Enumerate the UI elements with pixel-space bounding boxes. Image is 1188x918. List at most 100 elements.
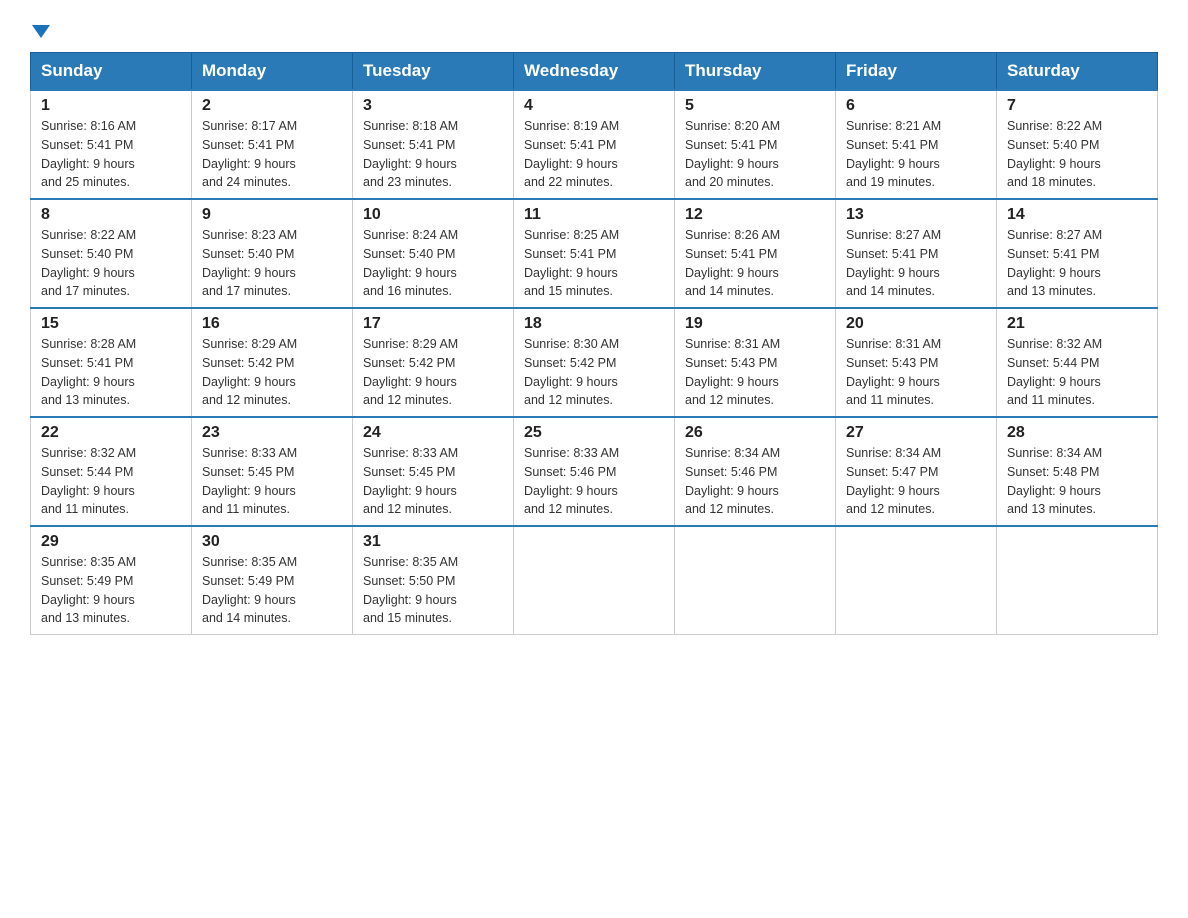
calendar-cell: 21 Sunrise: 8:32 AM Sunset: 5:44 PM Dayl… [997, 308, 1158, 417]
week-row-4: 22 Sunrise: 8:32 AM Sunset: 5:44 PM Dayl… [31, 417, 1158, 526]
calendar-cell: 27 Sunrise: 8:34 AM Sunset: 5:47 PM Dayl… [836, 417, 997, 526]
calendar-cell: 6 Sunrise: 8:21 AM Sunset: 5:41 PM Dayli… [836, 90, 997, 199]
calendar-cell: 23 Sunrise: 8:33 AM Sunset: 5:45 PM Dayl… [192, 417, 353, 526]
calendar-cell: 30 Sunrise: 8:35 AM Sunset: 5:49 PM Dayl… [192, 526, 353, 635]
day-number: 19 [685, 315, 825, 333]
day-info: Sunrise: 8:33 AM Sunset: 5:45 PM Dayligh… [363, 444, 503, 519]
calendar-cell: 16 Sunrise: 8:29 AM Sunset: 5:42 PM Dayl… [192, 308, 353, 417]
day-number: 9 [202, 206, 342, 224]
day-info: Sunrise: 8:28 AM Sunset: 5:41 PM Dayligh… [41, 335, 181, 410]
day-info: Sunrise: 8:34 AM Sunset: 5:46 PM Dayligh… [685, 444, 825, 519]
day-number: 30 [202, 533, 342, 551]
day-info: Sunrise: 8:35 AM Sunset: 5:49 PM Dayligh… [41, 553, 181, 628]
calendar-cell: 29 Sunrise: 8:35 AM Sunset: 5:49 PM Dayl… [31, 526, 192, 635]
day-number: 3 [363, 97, 503, 115]
day-number: 1 [41, 97, 181, 115]
weekday-header-thursday: Thursday [675, 53, 836, 91]
calendar-cell [514, 526, 675, 635]
calendar-cell: 19 Sunrise: 8:31 AM Sunset: 5:43 PM Dayl… [675, 308, 836, 417]
calendar-header-row: SundayMondayTuesdayWednesdayThursdayFrid… [31, 53, 1158, 91]
day-number: 22 [41, 424, 181, 442]
day-info: Sunrise: 8:31 AM Sunset: 5:43 PM Dayligh… [846, 335, 986, 410]
calendar-cell: 28 Sunrise: 8:34 AM Sunset: 5:48 PM Dayl… [997, 417, 1158, 526]
calendar-cell: 5 Sunrise: 8:20 AM Sunset: 5:41 PM Dayli… [675, 90, 836, 199]
day-info: Sunrise: 8:32 AM Sunset: 5:44 PM Dayligh… [41, 444, 181, 519]
day-info: Sunrise: 8:35 AM Sunset: 5:49 PM Dayligh… [202, 553, 342, 628]
day-number: 14 [1007, 206, 1147, 224]
day-info: Sunrise: 8:21 AM Sunset: 5:41 PM Dayligh… [846, 117, 986, 192]
day-info: Sunrise: 8:29 AM Sunset: 5:42 PM Dayligh… [202, 335, 342, 410]
day-number: 28 [1007, 424, 1147, 442]
day-info: Sunrise: 8:33 AM Sunset: 5:46 PM Dayligh… [524, 444, 664, 519]
calendar-cell: 11 Sunrise: 8:25 AM Sunset: 5:41 PM Dayl… [514, 199, 675, 308]
weekday-header-saturday: Saturday [997, 53, 1158, 91]
calendar-cell: 22 Sunrise: 8:32 AM Sunset: 5:44 PM Dayl… [31, 417, 192, 526]
page-header [30, 20, 1158, 42]
calendar-cell: 1 Sunrise: 8:16 AM Sunset: 5:41 PM Dayli… [31, 90, 192, 199]
day-info: Sunrise: 8:34 AM Sunset: 5:48 PM Dayligh… [1007, 444, 1147, 519]
calendar-table: SundayMondayTuesdayWednesdayThursdayFrid… [30, 52, 1158, 635]
day-number: 8 [41, 206, 181, 224]
calendar-cell [997, 526, 1158, 635]
calendar-cell: 18 Sunrise: 8:30 AM Sunset: 5:42 PM Dayl… [514, 308, 675, 417]
calendar-cell: 31 Sunrise: 8:35 AM Sunset: 5:50 PM Dayl… [353, 526, 514, 635]
calendar-cell: 12 Sunrise: 8:26 AM Sunset: 5:41 PM Dayl… [675, 199, 836, 308]
day-number: 17 [363, 315, 503, 333]
day-info: Sunrise: 8:35 AM Sunset: 5:50 PM Dayligh… [363, 553, 503, 628]
day-info: Sunrise: 8:22 AM Sunset: 5:40 PM Dayligh… [1007, 117, 1147, 192]
day-number: 18 [524, 315, 664, 333]
day-number: 16 [202, 315, 342, 333]
day-info: Sunrise: 8:32 AM Sunset: 5:44 PM Dayligh… [1007, 335, 1147, 410]
calendar-cell: 4 Sunrise: 8:19 AM Sunset: 5:41 PM Dayli… [514, 90, 675, 199]
day-number: 10 [363, 206, 503, 224]
calendar-cell [675, 526, 836, 635]
calendar-cell: 7 Sunrise: 8:22 AM Sunset: 5:40 PM Dayli… [997, 90, 1158, 199]
day-number: 7 [1007, 97, 1147, 115]
calendar-cell: 17 Sunrise: 8:29 AM Sunset: 5:42 PM Dayl… [353, 308, 514, 417]
day-info: Sunrise: 8:27 AM Sunset: 5:41 PM Dayligh… [846, 226, 986, 301]
calendar-cell: 25 Sunrise: 8:33 AM Sunset: 5:46 PM Dayl… [514, 417, 675, 526]
day-info: Sunrise: 8:18 AM Sunset: 5:41 PM Dayligh… [363, 117, 503, 192]
calendar-cell: 24 Sunrise: 8:33 AM Sunset: 5:45 PM Dayl… [353, 417, 514, 526]
week-row-5: 29 Sunrise: 8:35 AM Sunset: 5:49 PM Dayl… [31, 526, 1158, 635]
day-info: Sunrise: 8:31 AM Sunset: 5:43 PM Dayligh… [685, 335, 825, 410]
day-info: Sunrise: 8:34 AM Sunset: 5:47 PM Dayligh… [846, 444, 986, 519]
logo-triangle-icon [32, 25, 50, 38]
day-number: 12 [685, 206, 825, 224]
day-info: Sunrise: 8:27 AM Sunset: 5:41 PM Dayligh… [1007, 226, 1147, 301]
day-number: 13 [846, 206, 986, 224]
weekday-header-monday: Monday [192, 53, 353, 91]
day-number: 6 [846, 97, 986, 115]
day-number: 5 [685, 97, 825, 115]
day-number: 15 [41, 315, 181, 333]
calendar-cell: 9 Sunrise: 8:23 AM Sunset: 5:40 PM Dayli… [192, 199, 353, 308]
calendar-cell: 3 Sunrise: 8:18 AM Sunset: 5:41 PM Dayli… [353, 90, 514, 199]
day-number: 31 [363, 533, 503, 551]
calendar-cell: 15 Sunrise: 8:28 AM Sunset: 5:41 PM Dayl… [31, 308, 192, 417]
day-number: 4 [524, 97, 664, 115]
weekday-header-friday: Friday [836, 53, 997, 91]
day-number: 21 [1007, 315, 1147, 333]
day-number: 11 [524, 206, 664, 224]
calendar-cell: 14 Sunrise: 8:27 AM Sunset: 5:41 PM Dayl… [997, 199, 1158, 308]
day-number: 25 [524, 424, 664, 442]
day-number: 24 [363, 424, 503, 442]
calendar-cell: 26 Sunrise: 8:34 AM Sunset: 5:46 PM Dayl… [675, 417, 836, 526]
calendar-cell: 10 Sunrise: 8:24 AM Sunset: 5:40 PM Dayl… [353, 199, 514, 308]
week-row-1: 1 Sunrise: 8:16 AM Sunset: 5:41 PM Dayli… [31, 90, 1158, 199]
week-row-2: 8 Sunrise: 8:22 AM Sunset: 5:40 PM Dayli… [31, 199, 1158, 308]
day-number: 27 [846, 424, 986, 442]
calendar-cell: 8 Sunrise: 8:22 AM Sunset: 5:40 PM Dayli… [31, 199, 192, 308]
day-info: Sunrise: 8:23 AM Sunset: 5:40 PM Dayligh… [202, 226, 342, 301]
calendar-cell [836, 526, 997, 635]
day-info: Sunrise: 8:19 AM Sunset: 5:41 PM Dayligh… [524, 117, 664, 192]
day-number: 23 [202, 424, 342, 442]
weekday-header-wednesday: Wednesday [514, 53, 675, 91]
logo [30, 20, 50, 42]
day-info: Sunrise: 8:16 AM Sunset: 5:41 PM Dayligh… [41, 117, 181, 192]
day-number: 26 [685, 424, 825, 442]
day-info: Sunrise: 8:29 AM Sunset: 5:42 PM Dayligh… [363, 335, 503, 410]
day-info: Sunrise: 8:22 AM Sunset: 5:40 PM Dayligh… [41, 226, 181, 301]
day-info: Sunrise: 8:20 AM Sunset: 5:41 PM Dayligh… [685, 117, 825, 192]
day-info: Sunrise: 8:24 AM Sunset: 5:40 PM Dayligh… [363, 226, 503, 301]
